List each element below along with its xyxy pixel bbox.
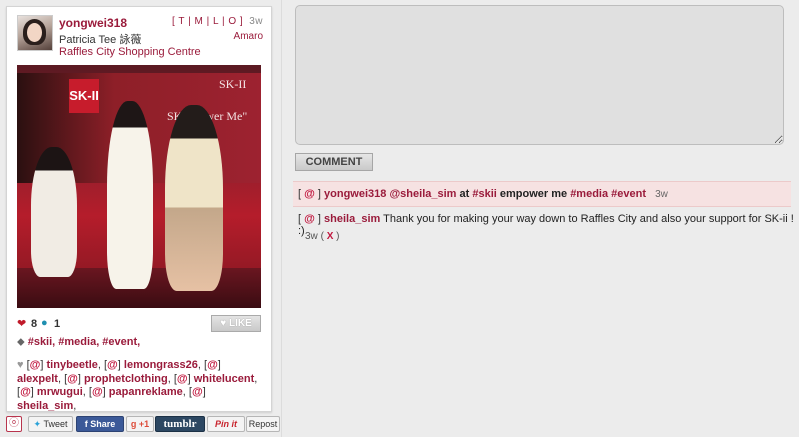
liker[interactable]: mrwugui (37, 386, 83, 398)
photo-person-left (31, 147, 77, 277)
comment-textarea[interactable] (295, 5, 784, 145)
liked-by-list: ♥ [@] tinybeetle, [@] lemongrass26, [@] … (17, 359, 258, 412)
liker[interactable]: alexpelt (17, 373, 58, 385)
post-time: 3w (249, 16, 263, 27)
photo-person-center (107, 101, 153, 289)
caption-time: 3w (655, 189, 668, 200)
photo-person-right (165, 105, 223, 291)
comment-submit-button[interactable]: COMMENT (295, 153, 373, 171)
like-button[interactable]: ♥ LIKE (211, 315, 261, 332)
comment-meta: 3w ( X ) (305, 231, 340, 242)
twitter-bird-icon: ✦ (33, 419, 42, 429)
comment-time: 3w (305, 231, 318, 242)
heart-icon: ♥ (220, 318, 229, 329)
comments-count: 1 (54, 318, 61, 330)
post-photo[interactable]: SK-II SK-II SK-I power Me" (17, 65, 261, 308)
column-divider (281, 0, 282, 437)
caption-tag[interactable]: #media (570, 188, 608, 200)
tags-row: ⬥ #skii, #media, #event, (17, 336, 140, 349)
photo-brand-logo: SK-II (69, 79, 99, 113)
full-name: Patricia Tee 詠薇 (59, 34, 142, 46)
liker[interactable]: lemongrass26 (124, 359, 198, 371)
comment-username[interactable]: sheila_sim (324, 213, 380, 225)
tag-icon: ⬥ (17, 336, 25, 348)
likes-row: ❤ 8 ● 1 ♥ LIKE (17, 315, 261, 333)
caption-username[interactable]: yongwei318 (324, 188, 386, 200)
link-m[interactable]: M (194, 16, 203, 27)
post-card: yongwei318 [ T | M | L | O ] 3w Amaro Pat… (6, 6, 272, 412)
instagram-icon[interactable]: ⓞ (6, 416, 22, 432)
tags-text[interactable]: #skii, #media, #event, (28, 336, 141, 348)
facebook-icon: f (84, 419, 88, 429)
post-links: [ T | M | L | O ] 3w (171, 16, 263, 27)
caption-comment: [ @ ] yongwei318 @sheila_sim at #skii em… (293, 181, 791, 207)
repost-button[interactable]: Repost (246, 416, 280, 432)
link-l[interactable]: L (213, 16, 219, 27)
tweet-button[interactable]: ✦ Tweet (28, 416, 73, 432)
heart-outline-icon: ♥ (17, 359, 24, 371)
mention-at-icon[interactable]: @ (304, 213, 315, 225)
gplus-icon: g (130, 419, 137, 429)
liker[interactable]: tinybeetle (47, 359, 98, 371)
likes-count: 8 (31, 318, 38, 330)
pinterest-button[interactable]: Pin it (207, 416, 245, 432)
facebook-share-button[interactable]: f Share (76, 416, 124, 432)
photo-brand-text: SK-II (219, 77, 247, 91)
caption-tag[interactable]: #skii (472, 188, 496, 200)
avatar[interactable] (17, 15, 53, 51)
link-t[interactable]: T (178, 16, 184, 27)
tumblr-button[interactable]: tumblr (155, 416, 205, 432)
comment-item: [ @ ] sheila_sim Thank you for making yo… (298, 213, 794, 237)
liker[interactable]: sheila_sim (17, 400, 73, 412)
mention-at-icon[interactable]: @ (304, 188, 315, 200)
heart-icon: ❤ (17, 318, 27, 330)
caption-mention[interactable]: @sheila_sim (389, 188, 456, 200)
link-o[interactable]: O (228, 16, 236, 27)
liker[interactable]: prophetclothing (84, 373, 168, 385)
post-username[interactable]: yongwei318 (59, 16, 127, 30)
location-link[interactable]: Raffles City Shopping Centre (59, 46, 201, 58)
caption-tag[interactable]: #event (611, 188, 646, 200)
speech-bubble-icon: ● (41, 317, 48, 329)
liker[interactable]: whitelucent (194, 373, 255, 385)
liker[interactable]: papanreklame (109, 386, 183, 398)
gplus-button[interactable]: g +1 (126, 416, 154, 432)
filter-name: Amaro (233, 31, 263, 42)
